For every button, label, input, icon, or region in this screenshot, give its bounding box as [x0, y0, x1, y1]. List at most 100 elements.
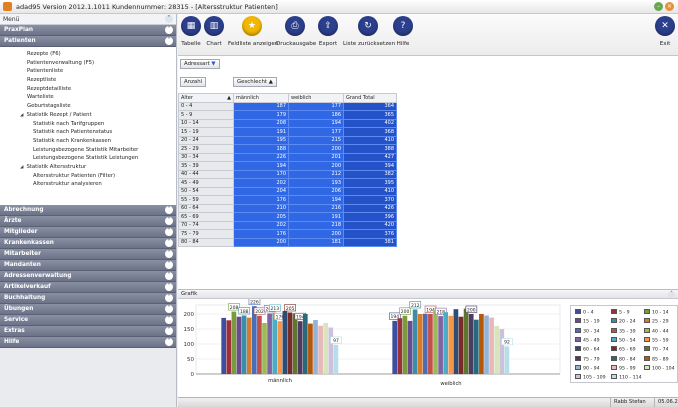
bar-maennlich-35-39[interactable]: [257, 315, 262, 374]
value-cell-weiblich[interactable]: 201: [288, 152, 344, 162]
row-header-cell[interactable]: 15 - 19: [178, 127, 234, 137]
value-cell-maennlich[interactable]: 187: [233, 101, 289, 111]
bar-weiblich-35-39[interactable]: [428, 314, 433, 374]
toolbar-export-button[interactable]: ⇪ Export: [316, 16, 340, 47]
value-cell-grand-total[interactable]: 382: [343, 169, 397, 179]
value-cell-grand-total[interactable]: 427: [343, 152, 397, 162]
bar-maennlich-110-114[interactable]: [333, 344, 339, 374]
bar-maennlich-100-104[interactable]: [323, 323, 329, 374]
bar-maennlich-25-29[interactable]: [246, 317, 252, 374]
nav-section-mitglieder[interactable]: Mitglieder ˅: [0, 227, 176, 238]
nav-section-aerzte[interactable]: Ärzte ˅: [0, 216, 176, 227]
bar-maennlich-5-9[interactable]: [226, 320, 232, 374]
value-cell-weiblich[interactable]: 200: [288, 161, 344, 171]
bar-weiblich-20-24[interactable]: [412, 309, 418, 375]
toolbar-chart-button[interactable]: ▥ Chart: [203, 16, 225, 47]
bar-weiblich-70-74[interactable]: [463, 308, 469, 374]
bar-maennlich-80-84[interactable]: [302, 314, 308, 374]
sidebar-item-warteliste[interactable]: Warteliste: [0, 93, 176, 102]
nav-section-krankenkassen[interactable]: Krankenkassen ˅: [0, 238, 176, 249]
bar-weiblich-110-114[interactable]: [504, 346, 510, 374]
value-cell-weiblich[interactable]: 193: [288, 178, 344, 188]
value-cell-grand-total[interactable]: 410: [343, 186, 397, 196]
value-cell-grand-total[interactable]: 376: [343, 229, 397, 239]
minimize-icon[interactable]: –: [654, 2, 663, 11]
section-toggle-icon[interactable]: ˅: [165, 327, 173, 335]
nav-section-extras[interactable]: Extras ˅: [0, 326, 176, 337]
legend-item-55-59[interactable]: 55 - 59: [644, 336, 669, 345]
nav-section-adressenverwaltung[interactable]: Adressenverwaltung ˅: [0, 271, 176, 282]
sort-ascending-icon[interactable]: ▲: [227, 95, 231, 101]
bar-weiblich-25-29[interactable]: [417, 314, 423, 374]
row-header-cell[interactable]: 45 - 49: [178, 178, 234, 188]
bar-maennlich-50-54[interactable]: [272, 312, 278, 374]
column-header-weiblich[interactable]: weiblich: [288, 93, 344, 103]
sidebar-item-geburtstagsliste[interactable]: Geburtstagsliste: [0, 102, 176, 111]
legend-item-45-49[interactable]: 45 - 49: [575, 336, 600, 345]
legend-item-5-9[interactable]: 5 - 9: [611, 309, 630, 317]
section-toggle-icon[interactable]: ˅: [165, 294, 173, 302]
nav-section-mitarbeiter[interactable]: Mitarbeiter ˅: [0, 249, 176, 260]
bar-weiblich-105-109[interactable]: [499, 329, 505, 374]
bar-weiblich-100-104[interactable]: [494, 326, 500, 374]
sidebar-item-rezepte-f6[interactable]: Rezepte (F6): [0, 50, 176, 59]
menu-collapse-icon[interactable]: ˄: [165, 15, 173, 23]
tree-expanded-icon[interactable]: ◢: [20, 112, 23, 120]
legend-item-100-104[interactable]: 100 - 104: [644, 364, 675, 373]
legend-item-105-109[interactable]: 105 - 109: [575, 374, 606, 382]
column-header-grand-total[interactable]: Grand Total: [343, 93, 397, 103]
value-cell-grand-total[interactable]: 420: [343, 220, 397, 230]
nav-section-abrechnung[interactable]: Abrechnung ˅: [0, 205, 176, 216]
section-toggle-icon[interactable]: ˅: [165, 338, 173, 346]
legend-item-85-89[interactable]: 85 - 89: [644, 355, 669, 364]
value-cell-maennlich[interactable]: 204: [233, 186, 289, 196]
sidebar-item-patientenverwaltung-f5[interactable]: Patientenverwaltung (F5): [0, 59, 176, 68]
section-toggle-icon[interactable]: ˅: [165, 26, 173, 34]
value-cell-grand-total[interactable]: 402: [343, 118, 397, 128]
value-cell-weiblich[interactable]: 177: [288, 101, 344, 111]
bar-weiblich-50-54[interactable]: [443, 312, 449, 374]
chart-panel-collapse-icon[interactable]: ˄: [668, 291, 675, 298]
toolbar-hilfe-button[interactable]: ? Hilfe: [393, 16, 413, 47]
row-header-cell[interactable]: 80 - 84: [178, 237, 234, 247]
nav-section-buchhaltung[interactable]: Buchhaltung ˅: [0, 293, 176, 304]
value-cell-weiblich[interactable]: 194: [288, 118, 344, 128]
sidebar-item-statistik-rezept-patient[interactable]: ◢ Statistik Rezept / Patient: [0, 111, 176, 120]
value-cell-weiblich[interactable]: 200: [288, 229, 344, 239]
sidebar-item-rezeptliste[interactable]: Rezeptliste: [0, 76, 176, 85]
value-cell-weiblich[interactable]: 191: [288, 212, 344, 222]
legend-item-65-69[interactable]: 65 - 69: [611, 346, 636, 354]
value-cell-weiblich[interactable]: 186: [288, 110, 344, 120]
value-cell-grand-total[interactable]: 395: [343, 178, 397, 188]
value-cell-grand-total[interactable]: 364: [343, 101, 397, 111]
row-field-alter[interactable]: Alter ▲: [178, 93, 234, 103]
bar-weiblich-85-89[interactable]: [479, 314, 484, 374]
row-header-cell[interactable]: 75 - 79: [178, 229, 234, 239]
legend-item-95-99[interactable]: 95 - 99: [611, 364, 636, 373]
value-cell-grand-total[interactable]: 368: [343, 127, 397, 137]
value-cell-weiblich[interactable]: 215: [288, 135, 344, 145]
bar-maennlich-105-109[interactable]: [328, 327, 334, 375]
value-cell-grand-total[interactable]: 394: [343, 161, 397, 171]
row-header-cell[interactable]: 55 - 59: [178, 195, 234, 205]
filter-dropdown-icon[interactable]: ▼: [211, 61, 215, 67]
value-cell-weiblich[interactable]: 216: [288, 203, 344, 213]
value-cell-grand-total[interactable]: 388: [343, 144, 397, 154]
toolbar-druckausgabe-button[interactable]: ⎙ Druckausgabe: [276, 16, 316, 47]
row-header-cell[interactable]: 65 - 69: [178, 212, 234, 222]
section-toggle-icon[interactable]: ˅: [165, 272, 173, 280]
legend-item-30-34[interactable]: 30 - 34: [575, 327, 600, 336]
bar-maennlich-90-94[interactable]: [313, 320, 318, 374]
section-toggle-icon[interactable]: ˅: [165, 283, 173, 291]
bar-weiblich-5-9[interactable]: [397, 318, 403, 374]
value-cell-weiblich[interactable]: 200: [288, 144, 344, 154]
section-toggle-icon[interactable]: ˅: [165, 316, 173, 324]
row-header-cell[interactable]: 10 - 14: [178, 118, 234, 128]
sidebar-item-statistik-nach-patientenstatus[interactable]: Statistik nach Patientenstatus: [0, 128, 176, 137]
sidebar-item-statistik-nach-krankenkassen[interactable]: Statistik nach Krankenkassen: [0, 137, 176, 146]
value-cell-maennlich[interactable]: 202: [233, 220, 289, 230]
row-header-cell[interactable]: 30 - 34: [178, 152, 234, 162]
legend-item-60-64[interactable]: 60 - 64: [575, 346, 600, 354]
sidebar-item-altersstruktur-patienten-filter[interactable]: Altersstruktur Patienten (Filter): [0, 172, 176, 181]
legend-item-110-114[interactable]: 110 - 114: [611, 374, 642, 382]
